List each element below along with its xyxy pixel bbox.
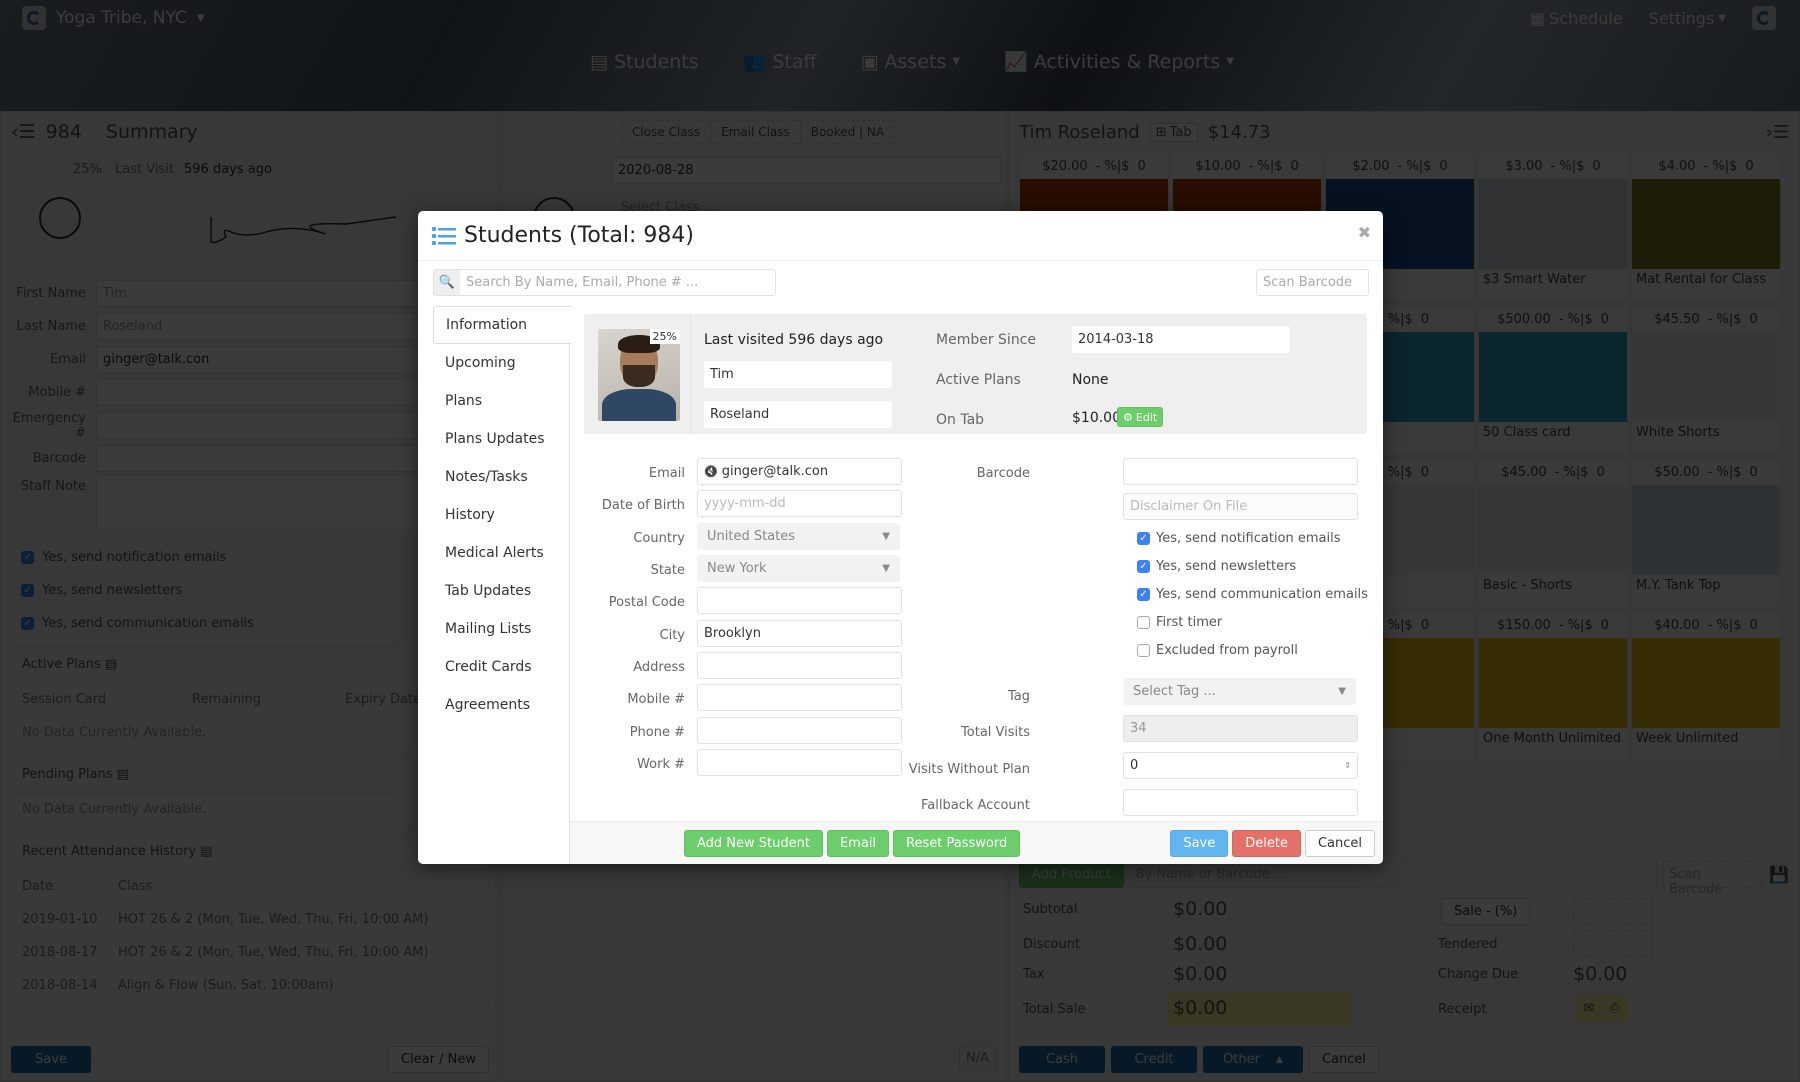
tab-history[interactable]: History [433, 496, 569, 534]
fallback-account-input[interactable] [1123, 789, 1358, 816]
date-of-birth-input[interactable]: yyyy-mm-dd [697, 490, 902, 517]
tab-tab-updates[interactable]: Tab Updates [433, 572, 569, 610]
student-photo[interactable]: 25% [598, 329, 680, 421]
date-of-birth-label: Date of Birth [601, 498, 685, 513]
checkbox-first-timer[interactable]: First timer [1137, 615, 1222, 630]
address-input[interactable] [697, 652, 902, 679]
tab-notes-tasks[interactable]: Notes/Tasks [433, 458, 569, 496]
add-new-student-button[interactable]: Add New Student [684, 830, 823, 857]
spinner-icon[interactable]: ⇕ [1344, 761, 1351, 770]
close-icon[interactable]: ✖ [1358, 223, 1371, 242]
active-plans-label: Active Plans [936, 372, 1021, 388]
member-since-label: Member Since [936, 332, 1036, 348]
checkbox-label: Excluded from payroll [1156, 643, 1298, 658]
mobile-label: Mobile # [627, 692, 685, 707]
student-search: 🔍 Search By Name, Email, Phone # ... [433, 269, 776, 296]
country-label: Country [633, 531, 685, 546]
delete-button[interactable]: Delete [1232, 830, 1301, 857]
postal-code-label: Postal Code [608, 595, 685, 610]
checkbox-label: Yes, send newsletters [1156, 559, 1297, 574]
chevron-down-icon: ▼ [882, 563, 890, 574]
total-visits-input: 34 [1123, 715, 1358, 742]
city-value: Brooklyn [704, 626, 761, 641]
checkbox-label: Yes, send notification emails [1156, 531, 1341, 546]
email-muted-icon: 🔇 [704, 465, 718, 478]
checkbox-yes-send-communication-emails[interactable]: ✓ Yes, send communication emails [1137, 587, 1368, 602]
first-name-input[interactable]: Tim [704, 361, 892, 388]
list-icon [432, 226, 456, 245]
member-since-input[interactable]: 2014-03-18 [1072, 326, 1290, 353]
tab-plans[interactable]: Plans [433, 382, 569, 420]
tab-information[interactable]: Information [433, 306, 571, 344]
fallback-account-label: Fallback Account [921, 798, 1030, 813]
tag-label: Tag [1007, 689, 1030, 704]
last-visited: Last visited 596 days ago [704, 332, 884, 348]
total-visits-label: Total Visits [961, 725, 1030, 740]
visits-without-plan-label: Visits Without Plan [908, 762, 1030, 777]
visits-without-plan-value: 0 [1130, 758, 1139, 773]
profile-completion: 25% [649, 329, 680, 344]
state-value: New York [707, 561, 767, 576]
checkbox-yes-send-notification-emails[interactable]: ✓ Yes, send notification emails [1137, 531, 1341, 546]
email-value: ginger@talk.con [721, 464, 829, 479]
checkbox-unchecked-icon [1137, 616, 1150, 629]
checkbox-checked-icon: ✓ [1137, 560, 1150, 573]
information-tab-content: 25% Last visited 596 days ago Tim Rosela… [570, 306, 1383, 864]
tab-credit-cards[interactable]: Credit Cards [433, 648, 569, 686]
state-select[interactable]: New York ▼ [697, 555, 900, 582]
tag-placeholder: Select Tag ... [1133, 684, 1216, 699]
country-select[interactable]: United States ▼ [697, 523, 900, 550]
edit-label: Edit [1135, 410, 1158, 424]
tab-plans-updates[interactable]: Plans Updates [433, 420, 569, 458]
app-page: Yoga Tribe, NYC ▼ ▦ Schedule Settings ▼ … [0, 0, 1800, 1082]
country-value: United States [707, 529, 796, 544]
checkbox-checked-icon: ✓ [1137, 588, 1150, 601]
student-card: 25% Last visited 596 days ago Tim Rosela… [584, 314, 1367, 434]
state-label: State [650, 563, 685, 578]
city-label: City [659, 628, 685, 643]
modal-title: Students (Total: 984) [464, 223, 695, 248]
email-button[interactable]: Email [826, 830, 890, 857]
search-icon: 🔍 [434, 270, 460, 295]
phone-label: Phone # [629, 725, 685, 740]
barcode-label: Barcode [976, 466, 1030, 481]
checkbox-excluded-from-payroll[interactable]: Excluded from payroll [1137, 643, 1298, 658]
save-button[interactable]: Save [1170, 830, 1229, 857]
chevron-down-icon: ▼ [1338, 686, 1346, 697]
checkbox-unchecked-icon [1137, 644, 1150, 657]
modal-footer: Add New Student Email Reset Password Sav… [570, 821, 1383, 864]
date-of-birth-value: yyyy-mm-dd [704, 496, 786, 511]
tab-mailing-lists[interactable]: Mailing Lists [433, 610, 569, 648]
reset-password-button[interactable]: Reset Password [893, 830, 1021, 857]
chevron-down-icon: ▼ [882, 531, 890, 542]
barcode-input[interactable] [1123, 458, 1358, 485]
student-search-input[interactable]: Search By Name, Email, Phone # ... [460, 270, 775, 295]
on-tab-value: $10.00 [1072, 410, 1121, 426]
tab-upcoming[interactable]: Upcoming [433, 344, 569, 382]
tab-medical-alerts[interactable]: Medical Alerts [433, 534, 569, 572]
city-input[interactable]: Brooklyn [697, 620, 902, 647]
checkbox-checked-icon: ✓ [1137, 532, 1150, 545]
checkbox-label: First timer [1156, 615, 1223, 630]
disclaimer-input[interactable]: Disclaimer On File [1123, 493, 1358, 520]
students-modal: Students (Total: 984) ✖ 🔍 Search By Name… [418, 211, 1383, 864]
tag-select[interactable]: Select Tag ... ▼ [1123, 678, 1356, 705]
checkbox-yes-send-newsletters[interactable]: ✓ Yes, send newsletters [1137, 559, 1296, 574]
address-label: Address [633, 660, 685, 675]
scan-barcode-input[interactable]: Scan Barcode [1256, 269, 1369, 296]
last-name-input[interactable]: Roseland [704, 401, 892, 428]
active-plans-value: None [1072, 372, 1109, 388]
email-label: Email [648, 466, 685, 481]
tab-agreements[interactable]: Agreements [433, 686, 569, 724]
checkbox-label: Yes, send communication emails [1156, 587, 1368, 602]
work-label: Work # [637, 757, 685, 772]
on-tab-label: On Tab [936, 412, 985, 428]
edit-tab-button[interactable]: ⚙ Edit [1117, 407, 1164, 427]
cancel-button[interactable]: Cancel [1304, 830, 1375, 857]
postal-code-input[interactable] [697, 587, 902, 614]
student-tabs: Information Upcoming Plans Plans Updates Not… [433, 306, 571, 864]
visits-without-plan-input[interactable]: 0 ⇕ [1123, 752, 1358, 779]
gear-icon: ⚙ [1123, 410, 1133, 424]
